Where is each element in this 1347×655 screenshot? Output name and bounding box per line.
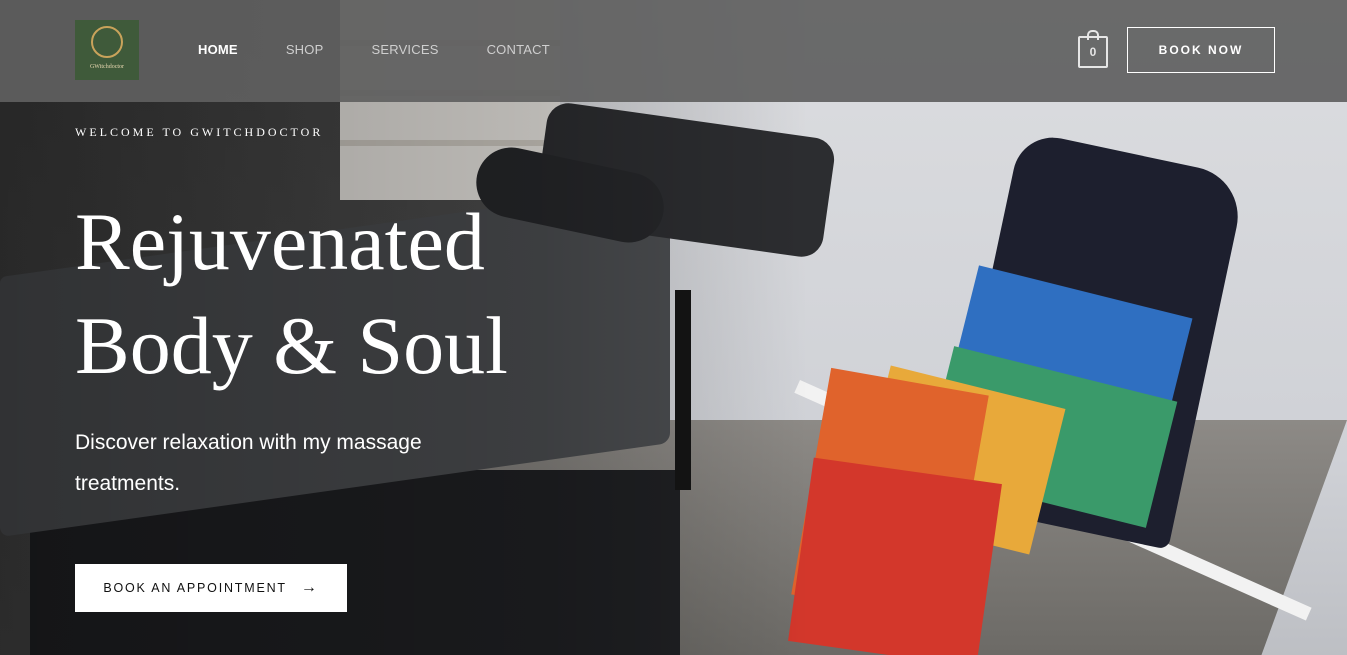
hero-headline: Rejuvenated Body & Soul [75,190,508,398]
hero-eyebrow: WELCOME TO GWITCHDOCTOR [75,125,324,139]
arrow-right-icon: → [300,579,319,596]
site-logo[interactable]: GWitchdoctor [75,20,139,80]
nav-shop[interactable]: SHOP [286,42,324,57]
book-appointment-button[interactable]: BOOK AN APPOINTMENT → [75,564,347,612]
logo-icon [91,26,123,58]
main-nav: HOME SHOP SERVICES CONTACT [198,42,598,57]
book-now-button[interactable]: BOOK NOW [1127,27,1275,73]
logo-text: GWitchdoctor [89,64,125,70]
site-header: GWitchdoctor HOME SHOP SERVICES CONTACT … [0,0,1347,102]
headline-line-1: Rejuvenated [75,196,485,287]
headline-line-2: Body & Soul [75,300,508,391]
nav-home[interactable]: HOME [198,42,238,57]
cart-count: 0 [1089,45,1097,59]
nav-services[interactable]: SERVICES [371,42,438,57]
nav-contact[interactable]: CONTACT [487,42,550,57]
cart-icon[interactable]: 0 [1078,30,1108,68]
hero-section: GWitchdoctor HOME SHOP SERVICES CONTACT … [0,0,1347,655]
hero-subtext: Discover relaxation with my massage trea… [75,431,422,495]
cta-label: BOOK AN APPOINTMENT [103,581,287,595]
